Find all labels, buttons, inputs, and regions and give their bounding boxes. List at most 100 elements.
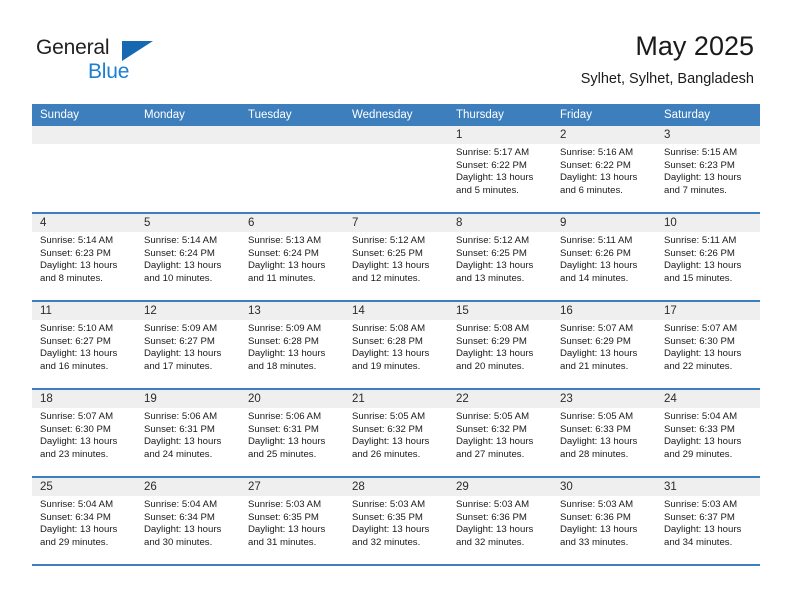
day-number[interactable] (344, 126, 448, 144)
day-number[interactable]: 20 (240, 390, 344, 408)
weekday-sunday: Sunday (40, 109, 80, 121)
day-cell[interactable]: Sunrise: 5:03 AM Sunset: 6:37 PM Dayligh… (656, 496, 760, 564)
week-detail-strip: Sunrise: 5:04 AM Sunset: 6:34 PM Dayligh… (32, 496, 760, 564)
day-cell[interactable]: Sunrise: 5:14 AM Sunset: 6:23 PM Dayligh… (32, 232, 136, 300)
day-number[interactable]: 1 (448, 126, 552, 144)
day-number[interactable]: 5 (136, 214, 240, 232)
day-cell[interactable]: Sunrise: 5:12 AM Sunset: 6:25 PM Dayligh… (344, 232, 448, 300)
day-cell[interactable]: Sunrise: 5:10 AM Sunset: 6:27 PM Dayligh… (32, 320, 136, 388)
day-number[interactable]: 7 (344, 214, 448, 232)
sunset-text: Sunset: 6:22 PM (560, 159, 631, 171)
day-cell[interactable]: Sunrise: 5:05 AM Sunset: 6:33 PM Dayligh… (552, 408, 656, 476)
day-cell[interactable]: Sunrise: 5:07 AM Sunset: 6:30 PM Dayligh… (32, 408, 136, 476)
page-header: General Blue May 2025 Sylhet, Sylhet, Ba… (0, 0, 792, 104)
sunrise-text: Sunrise: 5:16 AM (560, 147, 634, 158)
day-cell[interactable]: Sunrise: 5:08 AM Sunset: 6:29 PM Dayligh… (448, 320, 552, 388)
day-number[interactable]: 4 (32, 214, 136, 232)
day-number[interactable]: 17 (656, 302, 760, 320)
day-cell[interactable]: Sunrise: 5:07 AM Sunset: 6:30 PM Dayligh… (656, 320, 760, 388)
day-number[interactable]: 25 (32, 478, 136, 496)
day-number[interactable]: 18 (32, 390, 136, 408)
day-number[interactable]: 11 (32, 302, 136, 320)
day-number[interactable]: 27 (240, 478, 344, 496)
sunrise-text: Sunrise: 5:08 AM (456, 323, 530, 334)
sunset-text: Sunset: 6:36 PM (560, 511, 631, 523)
day-number[interactable]: 21 (344, 390, 448, 408)
day-number[interactable]: 19 (136, 390, 240, 408)
day-cell[interactable]: Sunrise: 5:13 AM Sunset: 6:24 PM Dayligh… (240, 232, 344, 300)
day-cell[interactable]: Sunrise: 5:11 AM Sunset: 6:26 PM Dayligh… (552, 232, 656, 300)
day-cell[interactable]: Sunrise: 5:03 AM Sunset: 6:36 PM Dayligh… (448, 496, 552, 564)
day-cell[interactable]: Sunrise: 5:09 AM Sunset: 6:28 PM Dayligh… (240, 320, 344, 388)
day-number[interactable] (136, 126, 240, 144)
calendar-grid: Sunday Monday Tuesday Wednesday Thursday… (32, 104, 760, 566)
day-cell[interactable]: Sunrise: 5:06 AM Sunset: 6:31 PM Dayligh… (136, 408, 240, 476)
day-cell[interactable]: Sunrise: 5:11 AM Sunset: 6:26 PM Dayligh… (656, 232, 760, 300)
day-cell[interactable] (136, 144, 240, 212)
day-cell[interactable] (344, 144, 448, 212)
day-number[interactable]: 31 (656, 478, 760, 496)
day-cell[interactable]: Sunrise: 5:03 AM Sunset: 6:36 PM Dayligh… (552, 496, 656, 564)
day-number[interactable]: 9 (552, 214, 656, 232)
day-number[interactable] (32, 126, 136, 144)
weekday-saturday: Saturday (664, 109, 711, 121)
day-number[interactable]: 26 (136, 478, 240, 496)
day-cell[interactable]: Sunrise: 5:14 AM Sunset: 6:24 PM Dayligh… (136, 232, 240, 300)
day-cell[interactable]: Sunrise: 5:15 AM Sunset: 6:23 PM Dayligh… (656, 144, 760, 212)
sunrise-text: Sunrise: 5:03 AM (456, 499, 530, 510)
day-cell[interactable]: Sunrise: 5:16 AM Sunset: 6:22 PM Dayligh… (552, 144, 656, 212)
daylight-text: Daylight: 13 hours and 5 minutes. (456, 172, 534, 196)
sunrise-text: Sunrise: 5:11 AM (664, 235, 737, 246)
week-daynumber-strip: 4 5 6 7 8 9 10 (32, 214, 760, 232)
daylight-text: Daylight: 13 hours and 17 minutes. (144, 348, 222, 372)
day-number[interactable]: 6 (240, 214, 344, 232)
day-cell[interactable]: Sunrise: 5:04 AM Sunset: 6:34 PM Dayligh… (32, 496, 136, 564)
sunrise-text: Sunrise: 5:17 AM (456, 147, 530, 158)
day-cell[interactable]: Sunrise: 5:04 AM Sunset: 6:33 PM Dayligh… (656, 408, 760, 476)
day-number[interactable]: 10 (656, 214, 760, 232)
day-cell[interactable] (32, 144, 136, 212)
weekday-thursday: Thursday (456, 109, 504, 121)
sunset-text: Sunset: 6:29 PM (560, 335, 631, 347)
week-daynumber-strip: 25 26 27 28 29 30 31 (32, 478, 760, 496)
day-number[interactable]: 14 (344, 302, 448, 320)
day-number[interactable]: 15 (448, 302, 552, 320)
day-cell[interactable]: Sunrise: 5:12 AM Sunset: 6:25 PM Dayligh… (448, 232, 552, 300)
day-number[interactable]: 23 (552, 390, 656, 408)
day-cell[interactable]: Sunrise: 5:04 AM Sunset: 6:34 PM Dayligh… (136, 496, 240, 564)
sunset-text: Sunset: 6:27 PM (40, 335, 111, 347)
day-number[interactable]: 24 (656, 390, 760, 408)
day-cell[interactable] (240, 144, 344, 212)
day-number[interactable]: 28 (344, 478, 448, 496)
day-number[interactable]: 22 (448, 390, 552, 408)
sunset-text: Sunset: 6:30 PM (40, 423, 111, 435)
day-cell[interactable]: Sunrise: 5:09 AM Sunset: 6:27 PM Dayligh… (136, 320, 240, 388)
day-number[interactable]: 16 (552, 302, 656, 320)
week-detail-strip: Sunrise: 5:10 AM Sunset: 6:27 PM Dayligh… (32, 320, 760, 388)
daylight-text: Daylight: 13 hours and 8 minutes. (40, 260, 118, 284)
sunrise-text: Sunrise: 5:03 AM (560, 499, 634, 510)
day-cell[interactable]: Sunrise: 5:07 AM Sunset: 6:29 PM Dayligh… (552, 320, 656, 388)
sunrise-text: Sunrise: 5:13 AM (248, 235, 322, 246)
day-number[interactable]: 13 (240, 302, 344, 320)
day-cell[interactable]: Sunrise: 5:06 AM Sunset: 6:31 PM Dayligh… (240, 408, 344, 476)
sunset-text: Sunset: 6:33 PM (664, 423, 735, 435)
day-number[interactable]: 29 (448, 478, 552, 496)
day-number[interactable]: 2 (552, 126, 656, 144)
day-cell[interactable]: Sunrise: 5:05 AM Sunset: 6:32 PM Dayligh… (344, 408, 448, 476)
day-cell[interactable]: Sunrise: 5:03 AM Sunset: 6:35 PM Dayligh… (344, 496, 448, 564)
weekday-wednesday: Wednesday (352, 109, 413, 121)
day-cell[interactable]: Sunrise: 5:08 AM Sunset: 6:28 PM Dayligh… (344, 320, 448, 388)
day-cell[interactable]: Sunrise: 5:17 AM Sunset: 6:22 PM Dayligh… (448, 144, 552, 212)
day-cell[interactable]: Sunrise: 5:05 AM Sunset: 6:32 PM Dayligh… (448, 408, 552, 476)
day-number[interactable]: 8 (448, 214, 552, 232)
day-number[interactable]: 30 (552, 478, 656, 496)
day-number[interactable] (240, 126, 344, 144)
sunrise-text: Sunrise: 5:05 AM (456, 411, 530, 422)
day-cell[interactable]: Sunrise: 5:03 AM Sunset: 6:35 PM Dayligh… (240, 496, 344, 564)
day-number[interactable]: 3 (656, 126, 760, 144)
sunset-text: Sunset: 6:27 PM (144, 335, 215, 347)
day-number[interactable]: 12 (136, 302, 240, 320)
sunrise-text: Sunrise: 5:03 AM (352, 499, 426, 510)
daylight-text: Daylight: 13 hours and 30 minutes. (144, 524, 222, 548)
